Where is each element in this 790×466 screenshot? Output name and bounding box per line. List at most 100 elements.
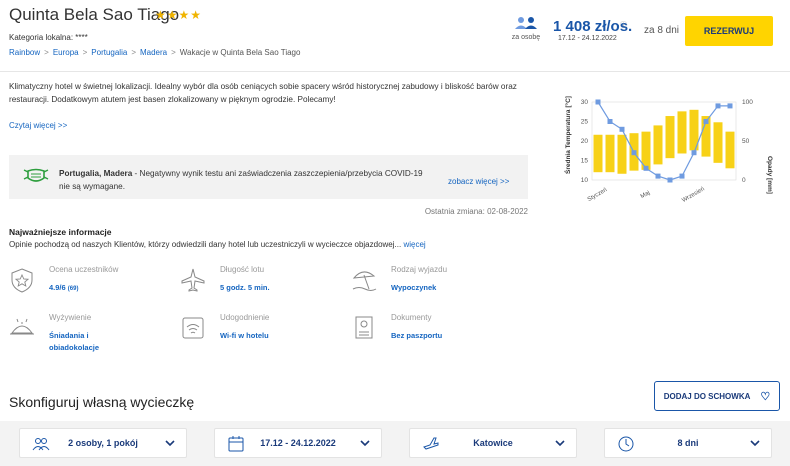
per-person-label: za osobę <box>511 34 541 41</box>
precipitation-bar <box>605 134 615 173</box>
people-icon <box>515 17 537 29</box>
clock-icon <box>618 436 634 452</box>
breadcrumb-separator: > <box>82 48 88 57</box>
info-trip-type-label: Rodzaj wyjazdu <box>391 265 448 274</box>
calendar-icon <box>228 436 244 452</box>
airplane-icon <box>423 437 439 450</box>
precipitation-bar <box>725 131 735 169</box>
reserve-button[interactable]: REZERWUJ <box>685 16 773 46</box>
breadcrumb-item-rainbow[interactable]: Rainbow <box>9 48 40 57</box>
rating-count: (69) <box>67 286 79 292</box>
precipitation-bar <box>593 134 603 173</box>
right-tick-label: 100 <box>742 99 753 106</box>
info-rating-value[interactable]: 4.9/6 (69) <box>49 282 159 295</box>
left-tick-label: 30 <box>581 99 589 106</box>
heart-icon: ♡ <box>760 390 771 403</box>
precipitation-bar <box>665 116 675 159</box>
rating-score: 4.9/6 <box>49 283 66 292</box>
document-icon <box>355 316 373 339</box>
breadcrumb-item-portugalia[interactable]: Portugalia <box>91 48 127 57</box>
left-tick-label: 10 <box>581 177 589 184</box>
left-tick-label: 20 <box>581 138 589 145</box>
info-rating-label: Ocena uczestników <box>49 265 119 274</box>
temperature-point <box>691 150 697 156</box>
info-flight-duration: Długość lotu 5 godz. 5 min. <box>180 265 340 305</box>
chevron-down-icon <box>750 440 760 447</box>
temperature-point <box>631 150 637 156</box>
breadcrumb-item-madera[interactable]: Madera <box>140 48 167 57</box>
chevron-down-icon <box>360 440 370 447</box>
hotel-description: Klimatyczny hotel w świetnej lokalizacji… <box>9 82 517 104</box>
breadcrumb-separator: > <box>131 48 136 57</box>
people-icon <box>32 438 50 451</box>
departure-airport-value: Katowice <box>473 438 513 448</box>
climate-chart: 30 25 20 15 10 100 50 0 Styczeń Maj Wrzesień Średn… <box>563 96 773 204</box>
info-board-label: Wyżywienie <box>49 313 92 322</box>
airplane-icon <box>181 268 205 292</box>
left-tick-label: 15 <box>581 158 589 165</box>
info-amenities-label: Udogodnienie <box>220 313 270 322</box>
dates-select[interactable]: 17.12 - 24.12.2022 <box>214 428 382 458</box>
key-info-text: Opinie pochodzą od naszych Klientów, któ… <box>9 240 402 249</box>
travelers-select[interactable]: 2 osoby, 1 pokój <box>19 428 187 458</box>
temperature-point <box>619 126 625 132</box>
precipitation-bar <box>617 134 627 174</box>
temperature-point <box>607 119 613 124</box>
covid-info-box: Portugalia, Madera - Negatywny wynik tes… <box>9 155 528 199</box>
precipitation-bar <box>677 111 687 154</box>
travelers-value: 2 osoby, 1 pokój <box>68 438 138 448</box>
breadcrumb-separator: > <box>171 48 176 57</box>
temperature-line <box>595 99 733 183</box>
temperature-point <box>727 103 733 109</box>
breadcrumb-current: Wakacje w Quinta Bela Sao Tiago <box>179 48 301 57</box>
breadcrumb-item-europa[interactable]: Europa <box>53 48 79 57</box>
key-info-description: Opinie pochodzą od naszych Klientów, któ… <box>9 240 426 249</box>
x-tick-label: Styczeń <box>587 187 608 203</box>
duration-value: 8 dni <box>677 438 699 448</box>
precipitation-bar <box>713 122 723 163</box>
add-to-wishlist-button[interactable]: DODAJ DO SCHOWKA ♡ <box>654 381 780 411</box>
trip-length: za 8 dni <box>644 25 680 36</box>
hotel-title: Quinta Bela Sao Tiago <box>9 5 180 24</box>
hotel-header: Quinta Bela Sao Tiago ★★★★ Kategoria lok… <box>0 0 790 72</box>
chevron-down-icon <box>555 440 565 447</box>
right-tick-label: 0 <box>742 177 746 184</box>
info-flight-label: Długość lotu <box>220 265 265 274</box>
info-documents-value: Bez paszportu <box>391 331 443 340</box>
info-amenities-value: Wi-fi w hotelu <box>220 331 269 340</box>
read-more-link[interactable]: Czytaj więcej >> <box>9 121 67 130</box>
precipitation-bars <box>593 109 735 174</box>
info-flight-value: 5 godz. 5 min. <box>220 283 270 292</box>
temperature-point <box>715 103 721 109</box>
beach-umbrella-icon <box>352 271 377 291</box>
temperature-point <box>667 177 673 183</box>
breadcrumb-separator: > <box>44 48 49 57</box>
per-person-toggle[interactable]: za osobę <box>508 16 544 41</box>
info-rating: Ocena uczestników 4.9/6 (69) <box>9 265 169 305</box>
x-tick-label: Wrzesień <box>681 186 706 204</box>
face-mask-icon <box>23 168 49 182</box>
hotel-stars: ★★★★ <box>155 8 203 22</box>
duration-select[interactable]: 8 dni <box>604 428 772 458</box>
precipitation-bar <box>653 125 663 165</box>
meal-icon <box>10 318 34 335</box>
info-board-value: Śniadania i obiadokolacje <box>49 331 100 352</box>
covid-text: Portugalia, Madera - Negatywny wynik tes… <box>59 167 429 193</box>
key-info-title: Najważniejsze informacje <box>9 227 112 237</box>
x-tick-label: Maj <box>640 190 651 200</box>
covid-see-more-link[interactable]: zobacz więcej >> <box>448 177 509 186</box>
breadcrumb: Rainbow > Europa > Portugalia > Madera > Wakacje… <box>9 48 300 57</box>
last-change-date: Ostatnia zmiana: 02-08-2022 <box>424 207 528 216</box>
chart-left-axis-label: Średnia Temperatura [°C] <box>563 96 572 174</box>
covid-region: Portugalia, Madera <box>59 169 133 178</box>
temperature-point <box>595 99 601 105</box>
info-icon[interactable]: ⓘ <box>620 20 627 30</box>
info-trip-type-value: Wypoczynek <box>391 283 437 292</box>
temperature-point <box>679 173 685 179</box>
temperature-point <box>655 173 661 179</box>
temperature-point <box>703 119 709 124</box>
temperature-point <box>643 165 649 171</box>
key-info-more-link[interactable]: więcej <box>403 240 425 249</box>
departure-airport-select[interactable]: Katowice <box>409 428 577 458</box>
add-to-wishlist-label: DODAJ DO SCHOWKA <box>663 391 751 401</box>
